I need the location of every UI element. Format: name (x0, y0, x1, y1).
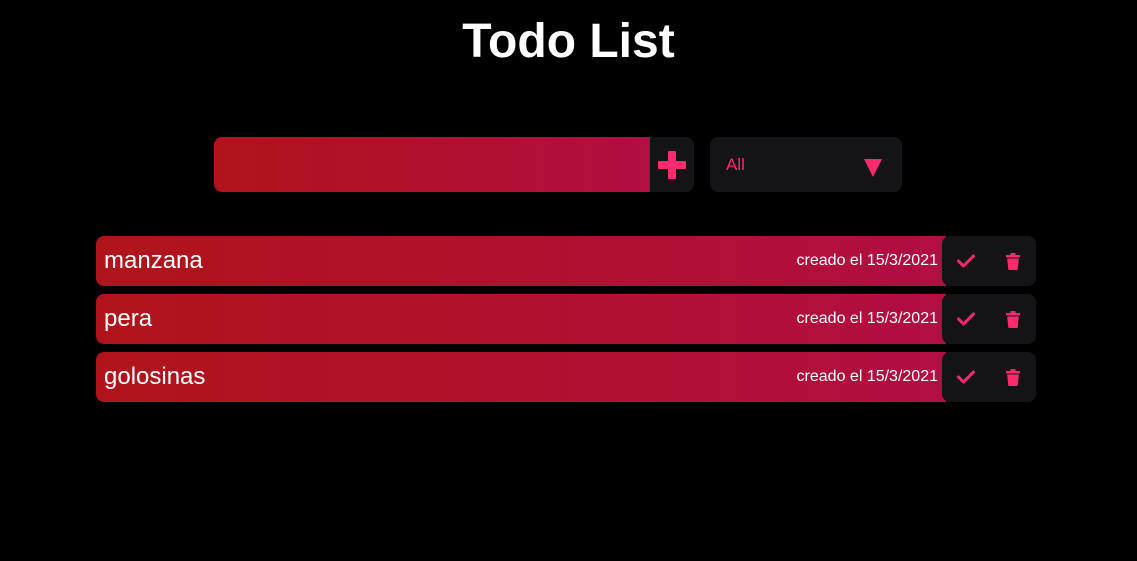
plus-icon (658, 150, 686, 179)
todo-body: manzana creado el 15/3/2021 (96, 236, 946, 286)
delete-button[interactable] (993, 241, 1033, 281)
check-icon (956, 312, 975, 326)
todo-list: manzana creado el 15/3/2021 pera creado … (96, 236, 1036, 410)
delete-button[interactable] (993, 357, 1033, 397)
add-todo-button[interactable] (650, 137, 694, 192)
todo-text: pera (104, 305, 153, 332)
filter-selected-value: All (726, 155, 745, 174)
check-icon (956, 370, 975, 384)
triangle-down-icon (864, 159, 882, 177)
trash-icon (1005, 252, 1020, 270)
todo-actions (942, 352, 1036, 402)
complete-button[interactable] (946, 357, 986, 397)
input-group (214, 137, 694, 192)
complete-button[interactable] (946, 241, 986, 281)
todo-text: golosinas (104, 363, 206, 390)
complete-button[interactable] (946, 299, 986, 339)
todo-item: golosinas creado el 15/3/2021 (96, 352, 1036, 402)
todo-item: pera creado el 15/3/2021 (96, 294, 1036, 344)
todo-date: creado el 15/3/2021 (796, 310, 938, 327)
todo-form: All (214, 137, 902, 192)
page-title: Todo List (462, 15, 675, 68)
todo-date: creado el 15/3/2021 (796, 368, 938, 385)
trash-icon (1005, 310, 1020, 328)
todo-date: creado el 15/3/2021 (796, 252, 938, 269)
todo-body: golosinas creado el 15/3/2021 (96, 352, 946, 402)
todo-text: manzana (104, 247, 203, 274)
filter-select[interactable]: All (710, 137, 902, 192)
trash-icon (1005, 368, 1020, 386)
todo-input[interactable] (214, 137, 650, 192)
todo-item: manzana creado el 15/3/2021 (96, 236, 1036, 286)
todo-actions (942, 236, 1036, 286)
todo-body: pera creado el 15/3/2021 (96, 294, 946, 344)
todo-actions (942, 294, 1036, 344)
delete-button[interactable] (993, 299, 1033, 339)
check-icon (956, 254, 975, 268)
